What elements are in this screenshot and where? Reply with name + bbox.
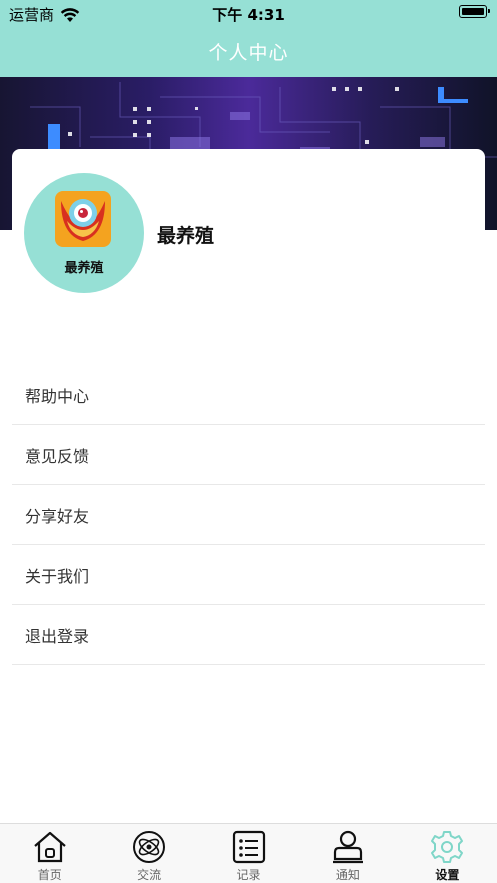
tab-label: 首页 bbox=[37, 868, 62, 882]
status-time: 下午 4:31 bbox=[212, 6, 285, 24]
menu-item-logout[interactable]: 退出登录 bbox=[12, 605, 485, 665]
avatar-label: 最养殖 bbox=[64, 261, 104, 276]
gear-icon bbox=[431, 831, 464, 863]
menu-item-label: 意见反馈 bbox=[25, 446, 90, 466]
tab-settings[interactable]: 设置 bbox=[398, 824, 497, 883]
menu-item-label: 退出登录 bbox=[25, 626, 90, 646]
home-icon bbox=[33, 831, 66, 863]
menu-item-label: 关于我们 bbox=[25, 566, 90, 586]
orbit-icon bbox=[133, 831, 166, 863]
page-title: 个人中心 bbox=[208, 42, 289, 64]
settings-menu: 帮助中心 意见反馈 分享好友 关于我们 退出登录 bbox=[12, 365, 485, 665]
username: 最养殖 bbox=[157, 225, 215, 247]
avatar[interactable]: 最养殖 bbox=[24, 173, 144, 293]
tab-notifications[interactable]: 通知 bbox=[298, 824, 397, 883]
tab-label: 设置 bbox=[435, 868, 460, 882]
user-icon bbox=[332, 830, 363, 864]
menu-item-help-center[interactable]: 帮助中心 bbox=[12, 365, 485, 425]
menu-item-share-friends[interactable]: 分享好友 bbox=[12, 485, 485, 545]
tab-exchange[interactable]: 交流 bbox=[99, 824, 198, 883]
tab-home[interactable]: 首页 bbox=[0, 824, 99, 883]
menu-item-feedback[interactable]: 意见反馈 bbox=[12, 425, 485, 485]
menu-item-about-us[interactable]: 关于我们 bbox=[12, 545, 485, 605]
tab-label: 交流 bbox=[137, 868, 162, 882]
app-logo-icon bbox=[55, 191, 111, 247]
battery-icon bbox=[459, 5, 490, 18]
tab-bar: 首页 交流 记录 通知 设置 bbox=[0, 823, 497, 883]
top-bar: 运营商 下午 4:31 个人中心 bbox=[0, 0, 497, 77]
tab-records[interactable]: 记录 bbox=[199, 824, 298, 883]
menu-item-label: 帮助中心 bbox=[25, 386, 90, 406]
tab-label: 通知 bbox=[335, 868, 360, 882]
menu-item-label: 分享好友 bbox=[25, 506, 90, 526]
list-icon bbox=[232, 830, 265, 864]
tab-label: 记录 bbox=[236, 868, 261, 882]
status-bar: 运营商 下午 4:31 bbox=[0, 0, 497, 26]
